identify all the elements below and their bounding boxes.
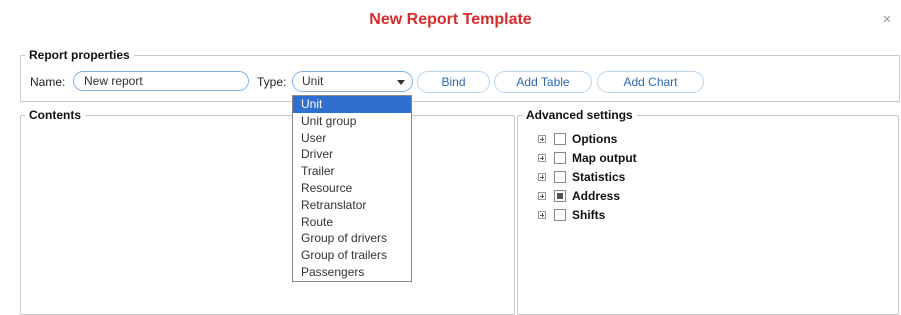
type-option-resource[interactable]: Resource xyxy=(293,180,411,197)
chevron-down-icon[interactable] xyxy=(397,80,405,85)
tree-item-label: Statistics xyxy=(572,169,626,184)
name-input[interactable] xyxy=(73,71,249,91)
tree-item-shifts[interactable]: Shifts xyxy=(538,205,637,224)
close-icon[interactable]: × xyxy=(880,12,894,28)
type-label: Type: xyxy=(257,75,287,89)
tree-item-options[interactable]: Options xyxy=(538,130,637,149)
add-table-button[interactable]: Add Table xyxy=(494,71,592,93)
tree-item-label: Map output xyxy=(572,151,637,166)
tree-item-map-output[interactable]: Map output xyxy=(538,149,637,168)
type-option-user[interactable]: User xyxy=(293,130,411,147)
type-option-retranslator[interactable]: Retranslator xyxy=(293,197,411,214)
type-dropdown-list: Unit Unit group User Driver Trailer Reso… xyxy=(292,95,412,282)
plus-box-icon[interactable] xyxy=(538,210,546,219)
type-option-trailer[interactable]: Trailer xyxy=(293,163,411,180)
name-label: Name: xyxy=(30,75,66,89)
plus-box-icon[interactable] xyxy=(538,191,546,200)
plus-box-icon[interactable] xyxy=(538,172,546,181)
tree-item-label: Options xyxy=(572,132,618,147)
tree-item-address[interactable]: Address xyxy=(538,186,637,205)
contents-group: Contents xyxy=(20,108,515,315)
tree-item-label: Address xyxy=(572,188,621,203)
type-select[interactable]: Unit xyxy=(292,71,413,92)
type-option-passengers[interactable]: Passengers xyxy=(293,264,411,281)
type-option-unit[interactable]: Unit xyxy=(293,96,411,113)
plus-box-icon[interactable] xyxy=(538,135,546,144)
type-option-group-of-trailers[interactable]: Group of trailers xyxy=(293,247,411,264)
type-option-group-of-drivers[interactable]: Group of drivers xyxy=(293,230,411,247)
tree-item-label: Shifts xyxy=(572,207,606,222)
options-checkbox[interactable] xyxy=(554,133,566,146)
tree-item-statistics[interactable]: Statistics xyxy=(538,168,637,187)
address-checkbox[interactable] xyxy=(554,189,566,202)
shifts-checkbox[interactable] xyxy=(554,208,566,221)
map-output-checkbox[interactable] xyxy=(554,152,566,165)
statistics-checkbox[interactable] xyxy=(554,170,566,183)
add-chart-button[interactable]: Add Chart xyxy=(597,71,704,93)
contents-legend: Contents xyxy=(29,108,81,122)
advanced-settings-legend: Advanced settings xyxy=(526,108,633,122)
type-option-driver[interactable]: Driver xyxy=(293,146,411,163)
plus-box-icon[interactable] xyxy=(538,154,546,163)
type-select-value: Unit xyxy=(302,74,324,88)
type-option-route[interactable]: Route xyxy=(293,214,411,231)
bind-button[interactable]: Bind xyxy=(417,71,490,93)
dialog-title: New Report Template xyxy=(369,11,532,28)
type-option-unit-group[interactable]: Unit group xyxy=(293,113,411,130)
report-properties-legend: Report properties xyxy=(29,48,130,62)
advanced-settings-tree: Options Map output Statistics Address Sh… xyxy=(538,130,637,224)
